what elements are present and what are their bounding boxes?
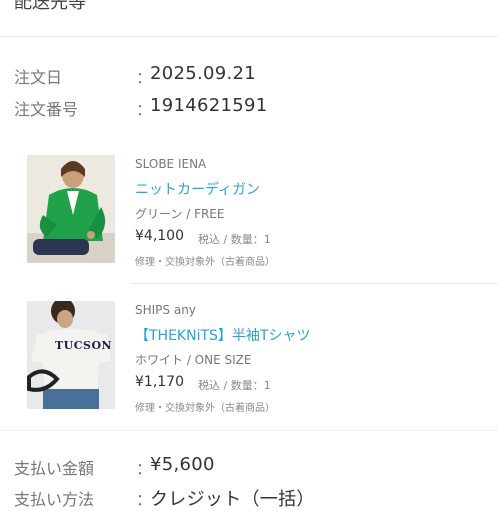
- order-date-value: 2025.09.21: [150, 63, 257, 84]
- order-number-label: 注文番号: [14, 100, 79, 119]
- payment-method-value: クレジット（一括）: [150, 489, 315, 510]
- divider: [0, 36, 498, 37]
- item-brand: SHIPS any: [135, 303, 196, 317]
- item-price: ¥4,100: [135, 228, 184, 244]
- payment-amount-value: ¥5,600: [150, 454, 215, 475]
- shirt-print-text: TUCSON: [55, 339, 113, 352]
- item-brand: SLOBE IENA: [135, 157, 207, 171]
- cardigan-photo-icon: [27, 155, 115, 263]
- item-tax-quantity: 税込 / 数量：1: [198, 233, 271, 246]
- item-note: 修理・交換対象外（古着商品）: [135, 403, 275, 414]
- divider: [130, 283, 498, 284]
- item-name-link[interactable]: 【THEKNiTS】半袖Tシャツ: [135, 325, 310, 345]
- item-variant: グリーン / FREE: [135, 207, 225, 221]
- item-variant: ホワイト / ONE SIZE: [135, 353, 252, 367]
- payment-method-label: 支払い方法: [14, 490, 95, 509]
- order-number-value: 1914621591: [150, 95, 268, 116]
- payment-amount-label: 支払い金額: [14, 459, 95, 478]
- item-price: ¥1,170: [135, 374, 184, 390]
- divider: [0, 430, 498, 431]
- item-tax-quantity: 税込 / 数量：1: [198, 379, 271, 392]
- tshirt-photo-icon: [27, 301, 115, 409]
- section-title: 配送先等: [14, 0, 86, 13]
- product-image-tshirt[interactable]: TUCSON: [27, 301, 115, 409]
- order-date-label: 注文日: [14, 68, 63, 87]
- product-image-cardigan[interactable]: [27, 155, 115, 263]
- item-note: 修理・交換対象外（古着商品）: [135, 257, 275, 268]
- item-name-link[interactable]: ニットカーディガン: [135, 179, 260, 199]
